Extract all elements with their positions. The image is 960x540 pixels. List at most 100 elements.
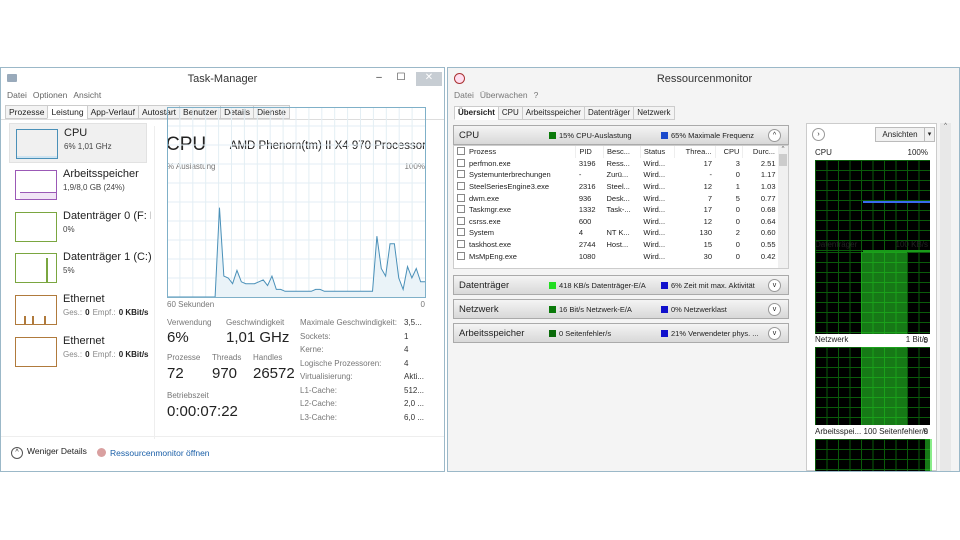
- row-checkbox[interactable]: [457, 158, 465, 167]
- graph-pane-scrollbar[interactable]: ^: [940, 123, 951, 471]
- menu-datei[interactable]: Datei: [454, 90, 474, 100]
- row-checkbox[interactable]: [457, 205, 465, 214]
- chevron-down-icon[interactable]: v: [768, 327, 781, 340]
- chevron-down-icon[interactable]: v: [768, 303, 781, 316]
- chevron-up-icon: ^: [11, 447, 23, 459]
- less-details-button[interactable]: ^ Weniger Details: [11, 446, 87, 459]
- sidebar-item-label: Datenträger 1 (C:): [63, 251, 151, 263]
- column-header[interactable]: Durc...: [742, 146, 779, 158]
- detail-value: 6,0 ...: [404, 412, 425, 422]
- cell: Systemunterbrechungen: [454, 169, 576, 181]
- cell: 5: [735, 193, 740, 203]
- label-verwendung: Verwendung: [167, 318, 212, 327]
- menu-help[interactable]: ?: [534, 90, 539, 100]
- cell: [604, 250, 641, 262]
- label-prozesse: Prozesse: [167, 353, 201, 362]
- tab-leistung[interactable]: Leistung: [47, 105, 88, 119]
- table-row[interactable]: taskhost.exe 2744 Host... Wird... 15 0 0.55: [454, 239, 779, 251]
- tab-app-verlauf[interactable]: App-Verlauf: [86, 105, 139, 119]
- cell: Wird...: [643, 216, 666, 226]
- cell: 17: [703, 158, 712, 168]
- chevron-down-icon[interactable]: v: [768, 279, 781, 292]
- column-header[interactable]: Status: [640, 146, 676, 158]
- cell: Host...: [606, 240, 629, 250]
- cell: SteelSeriesEngine3.exe: [454, 181, 576, 193]
- label-geschwindigkeit: Geschwindigkeit: [226, 318, 285, 327]
- menu-ueberwachen[interactable]: Überwachen: [480, 90, 528, 100]
- column-header[interactable]: Prozess: [454, 146, 577, 158]
- cpu-section-header[interactable]: CPU 15% CPU-Auslastung 65% Maximale Freq…: [453, 125, 789, 145]
- table-row[interactable]: perfmon.exe 3196 Ress... Wird... 17 3 2.51: [454, 158, 779, 170]
- cell: Wird...: [643, 228, 666, 238]
- section-netzwerk[interactable]: Netzwerk 16 Bit/s Netzwerk-E/A 0% Netzwerk…: [453, 299, 789, 319]
- table-row[interactable]: System 4 NT K... Wird... 130 2 0.60: [454, 227, 779, 239]
- column-header[interactable]: CPU: [715, 146, 744, 158]
- sidebar-item-0[interactable]: CPU 6% 1,01 GHz: [9, 123, 147, 163]
- views-dropdown-arrow[interactable]: ▾: [924, 127, 935, 142]
- row-checkbox[interactable]: [457, 251, 465, 260]
- cell: 2744: [578, 240, 596, 250]
- tab-netzwerk[interactable]: Netzwerk: [633, 106, 675, 120]
- detail-value: 1: [404, 331, 409, 341]
- sidebar-item-3[interactable]: Datenträger 1 (C:) 5%: [9, 248, 151, 288]
- process-table: Prozess PID Besc... Status Threa... CPU Durc..…: [453, 145, 789, 269]
- sidebar-item-sub: 6% 1,01 GHz: [64, 142, 112, 151]
- table-scrollbar[interactable]: ^: [778, 146, 788, 268]
- tab-übersicht[interactable]: Übersicht: [454, 106, 499, 120]
- sidebar-item-label: CPU: [64, 127, 88, 139]
- row-checkbox[interactable]: [457, 228, 465, 237]
- table-row[interactable]: MsMpEng.exe 1080 Wird... 30 0 0.42: [454, 250, 779, 262]
- close-button[interactable]: ✕: [416, 72, 442, 86]
- column-header[interactable]: Besc...: [603, 146, 641, 158]
- row-checkbox[interactable]: [457, 182, 465, 191]
- graph-title: Netzwerk: [815, 335, 849, 344]
- column-header[interactable]: PID: [575, 146, 605, 158]
- section-datenträger[interactable]: Datenträger 418 KB/s Datenträger-E/A 6% Ze…: [453, 275, 789, 295]
- row-checkbox[interactable]: [457, 240, 465, 249]
- table-row[interactable]: dwm.exe 936 Desk... Wird... 7 5 0.77: [454, 192, 779, 204]
- tab-datenträger[interactable]: Datenträger: [583, 106, 635, 120]
- cell: 1.03: [760, 182, 776, 192]
- table-row[interactable]: csrss.exe 600 Wird... 12 0 0.64: [454, 216, 779, 228]
- cell: 3196: [578, 158, 596, 168]
- sidebar-item-4[interactable]: Ethernet Ges.: 0 Empf.: 0 KBit/s: [9, 290, 149, 330]
- cell: 1: [735, 182, 740, 192]
- column-header[interactable]: Threa...: [674, 146, 716, 158]
- detail-value: Akti...: [404, 372, 425, 381]
- table-row[interactable]: Taskmgr.exe 1332 Task-... Wird... 17 0 0.68: [454, 204, 779, 216]
- table-row[interactable]: Systemunterbrechungen - Zurü... Wird... -0 1.…: [454, 169, 779, 181]
- value-prozesse: 72: [167, 365, 184, 382]
- expand-pane-button[interactable]: ›: [812, 128, 825, 141]
- chevron-up-icon[interactable]: ^: [768, 129, 781, 142]
- sidebar-item-label: Arbeitsspeicher: [63, 168, 139, 180]
- row-checkbox[interactable]: [457, 193, 465, 202]
- tab-cpu[interactable]: CPU: [497, 106, 523, 120]
- tab-arbeitsspeicher[interactable]: Arbeitsspeicher: [521, 106, 585, 120]
- section-arbeitsspeicher[interactable]: Arbeitsspeicher 0 Seitenfehler/s 21% Verwe…: [453, 323, 789, 343]
- select-all-checkbox[interactable]: [457, 147, 465, 156]
- tab-prozesse[interactable]: Prozesse: [5, 105, 49, 119]
- value-threads: 970: [212, 365, 238, 382]
- stat-swatch: [549, 282, 556, 289]
- activity-fill: [925, 439, 933, 471]
- sidebar-item-label: Ethernet: [63, 335, 105, 347]
- sidebar-item-5[interactable]: Ethernet Ges.: 0 Empf.: 0 KBit/s: [9, 332, 149, 372]
- menu-datei[interactable]: Datei: [7, 90, 27, 100]
- sidebar-item-2[interactable]: Datenträger 0 (F: E 0%: [9, 207, 151, 247]
- thumbnail-graph: [16, 129, 58, 159]
- cell: 0.68: [760, 205, 776, 215]
- table-row[interactable]: SteelSeriesEngine3.exe 2316 Steel... Wird..…: [454, 181, 779, 193]
- menu-ansicht[interactable]: Ansicht: [73, 90, 101, 100]
- maximize-button[interactable]: ☐: [388, 72, 414, 86]
- open-resource-monitor-link[interactable]: Ressourcenmonitor öffnen: [97, 448, 210, 458]
- row-checkbox[interactable]: [457, 170, 465, 179]
- views-button[interactable]: Ansichten: [875, 127, 925, 142]
- cell: perfmon.exe: [454, 158, 576, 170]
- cell: 0.77: [760, 193, 776, 203]
- thumbnail-graph: [15, 253, 57, 283]
- cell: Zurü...: [606, 170, 629, 180]
- task-manager-window: Task-Manager – ☐ ✕ Datei Optionen Ansicht …: [0, 67, 445, 472]
- sidebar-item-1[interactable]: Arbeitsspeicher 1,9/8,0 GB (24%): [9, 165, 147, 205]
- row-checkbox[interactable]: [457, 216, 465, 225]
- menu-optionen[interactable]: Optionen: [33, 90, 68, 100]
